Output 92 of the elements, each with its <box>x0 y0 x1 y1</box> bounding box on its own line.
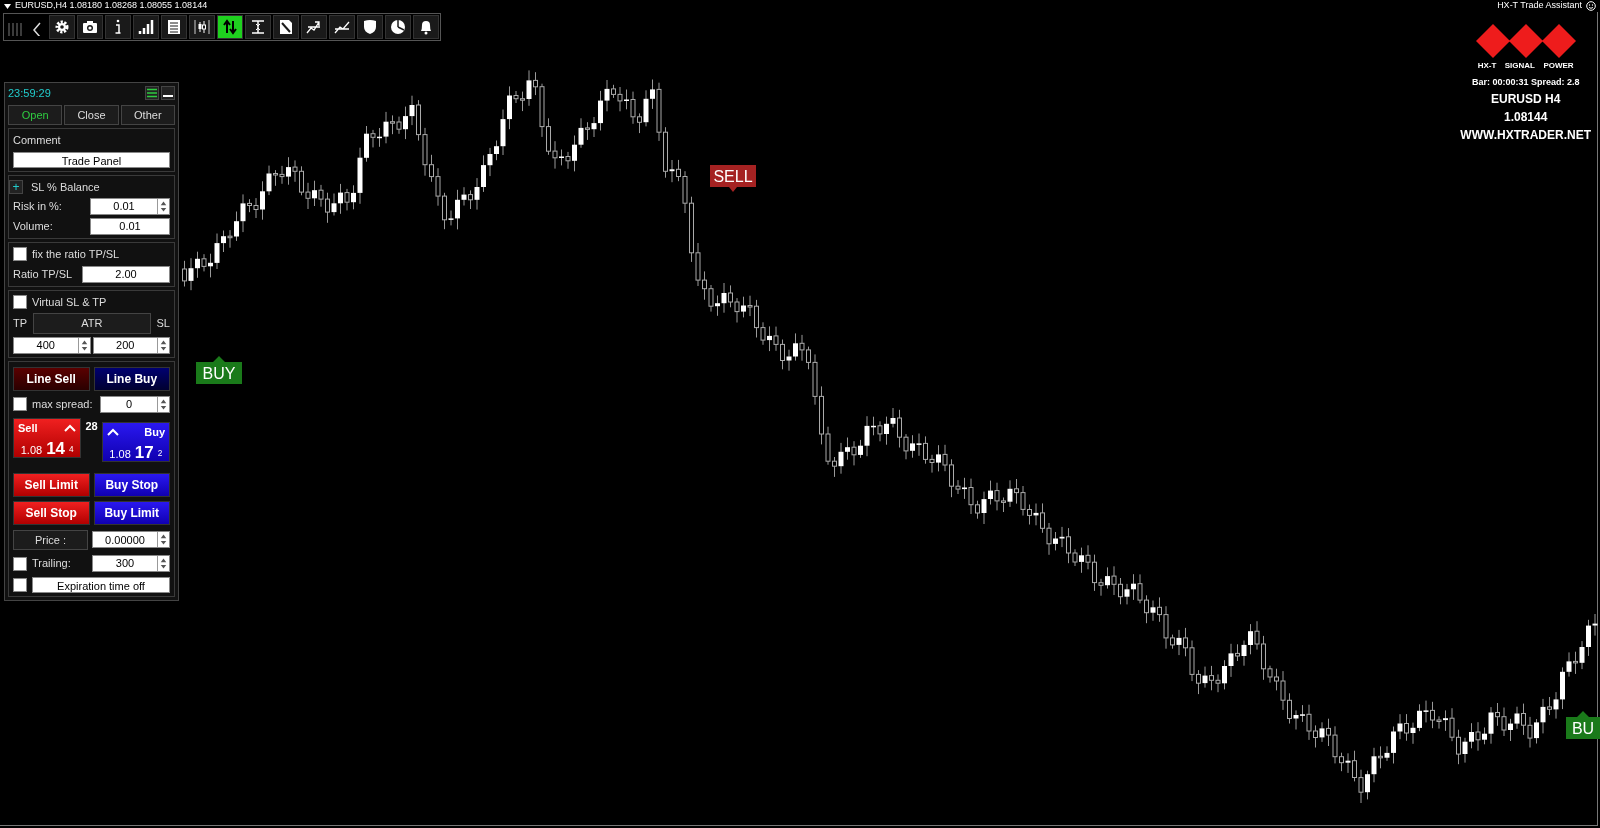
toolbar-button[interactable] <box>357 15 383 39</box>
checkbox[interactable] <box>13 397 27 411</box>
toolbar-button[interactable] <box>49 15 75 39</box>
field-label: SL <box>156 316 170 331</box>
field-label: Trailing: <box>32 556 72 572</box>
field-label: Price : <box>13 529 88 550</box>
toolbar-button[interactable] <box>245 15 271 39</box>
option-label: fix the ratio TP/SL <box>32 247 120 262</box>
trend-arrow-icon <box>305 18 323 36</box>
logo-text: SIGNAL <box>1504 60 1535 72</box>
toolbar-button[interactable] <box>273 15 299 39</box>
shield-icon <box>361 18 379 36</box>
field-label: Volume: <box>13 219 53 235</box>
spread-value: 28 <box>84 418 99 434</box>
line-buy-button[interactable]: Line Buy <box>93 366 170 391</box>
field-label: max spread: <box>32 396 94 412</box>
menu-icon <box>147 88 157 99</box>
settings-icon <box>53 18 71 36</box>
bar-info: Bar: 00:00:31 Spread: 2.8 <box>1471 76 1580 89</box>
sell-order-button[interactable]: Sell Stop <box>13 500 90 525</box>
candlestick-icon <box>193 18 211 36</box>
mode-button[interactable]: ATR <box>33 313 151 334</box>
logo-text: POWER <box>1543 60 1574 72</box>
buy-order-button[interactable]: Buy Stop <box>93 472 170 497</box>
clock-time: 23:59:29 <box>8 86 51 101</box>
checkbox[interactable] <box>13 294 27 309</box>
field-label: TP <box>13 316 28 331</box>
chart-title: EURUSD,H4 1.08180 1.08268 1.08055 1.08144 <box>15 0 208 13</box>
toolbar-button[interactable] <box>385 15 411 39</box>
toolbar-button[interactable] <box>329 15 355 39</box>
number-field[interactable]: 400 <box>13 336 91 354</box>
field-label: Ratio TP/SL <box>13 266 73 282</box>
menu-button[interactable] <box>145 86 159 101</box>
spinner-button[interactable] <box>157 337 169 353</box>
dropdown-caret-icon[interactable] <box>4 3 11 9</box>
comment-label: Comment <box>13 133 62 148</box>
section-title: SL % Balance <box>31 179 100 195</box>
camera-icon <box>81 18 99 36</box>
up-down-arrows-icon <box>221 18 239 36</box>
i-beam-icon <box>249 18 267 36</box>
number-field[interactable]: 0 <box>100 395 170 413</box>
field-label: Risk in %: <box>13 199 62 215</box>
minimize-icon <box>163 95 173 98</box>
checkbox[interactable] <box>13 578 27 592</box>
expiration-button[interactable]: Expiration time off <box>32 577 170 593</box>
toolbar-button[interactable] <box>413 15 439 39</box>
chevron-up-icon <box>106 427 119 436</box>
option-label: Virtual SL & TP <box>32 294 107 310</box>
panel-tab[interactable]: Other <box>120 104 175 125</box>
line-sell-button[interactable]: Line Sell <box>13 366 90 391</box>
panel-tab[interactable]: Close <box>64 104 119 125</box>
minimize-button[interactable] <box>161 86 175 101</box>
signal-flag: BUY <box>196 354 242 384</box>
number-field[interactable]: 300 <box>92 555 170 572</box>
toolbar-button[interactable] <box>161 15 187 39</box>
comment-field[interactable]: Trade Panel <box>13 151 170 168</box>
list-icon <box>165 18 183 36</box>
number-field[interactable]: 0.01 <box>90 198 170 215</box>
expand-button[interactable]: + <box>9 179 23 194</box>
toolbar-button[interactable] <box>301 15 327 39</box>
spinner-button[interactable] <box>157 396 169 412</box>
checkbox[interactable] <box>13 247 27 262</box>
pie-chart-icon <box>389 18 407 36</box>
assistant-label: HX-T Trade Assistant <box>1497 0 1582 13</box>
spinner-button[interactable] <box>157 199 169 214</box>
smiley-icon <box>1586 1 1596 11</box>
logo-text: HX-T <box>1477 60 1497 72</box>
number-field[interactable]: 0.00000 <box>92 531 170 549</box>
signal-flag: BU <box>1566 709 1600 739</box>
number-field[interactable]: 200 <box>92 336 170 354</box>
buy-order-button[interactable]: Buy Limit <box>93 500 170 525</box>
checkbox[interactable] <box>13 556 27 571</box>
number-field[interactable]: 2.00 <box>82 265 170 283</box>
toolbar-button[interactable] <box>105 15 131 39</box>
price-label: 1.08144 <box>1503 108 1548 126</box>
toolbar-button[interactable] <box>217 15 243 39</box>
sell-button[interactable]: Sell 1.08 14 $^{4}$ <box>13 417 82 458</box>
spinner-button[interactable] <box>157 532 169 548</box>
panel-tab[interactable]: Open <box>8 104 63 125</box>
chevron-up-icon <box>64 423 77 432</box>
toolbar-button[interactable] <box>189 15 215 39</box>
document-icon <box>277 18 295 36</box>
toolbar-button[interactable] <box>133 15 159 39</box>
toolbar-button[interactable] <box>77 15 103 39</box>
buy-button[interactable]: Buy 1.08 17 $^{2}$ <box>101 421 170 462</box>
website-label: WWW.HXTRADER.NET <box>1460 126 1591 144</box>
spinner-button[interactable] <box>77 337 90 353</box>
symbol-label: EURUSD H4 <box>1491 90 1561 108</box>
sell-order-button[interactable]: Sell Limit <box>13 472 90 497</box>
spinner-button[interactable] <box>157 556 169 571</box>
number-field[interactable]: 0.01 <box>90 218 170 235</box>
bar-chart-icon <box>137 18 155 36</box>
